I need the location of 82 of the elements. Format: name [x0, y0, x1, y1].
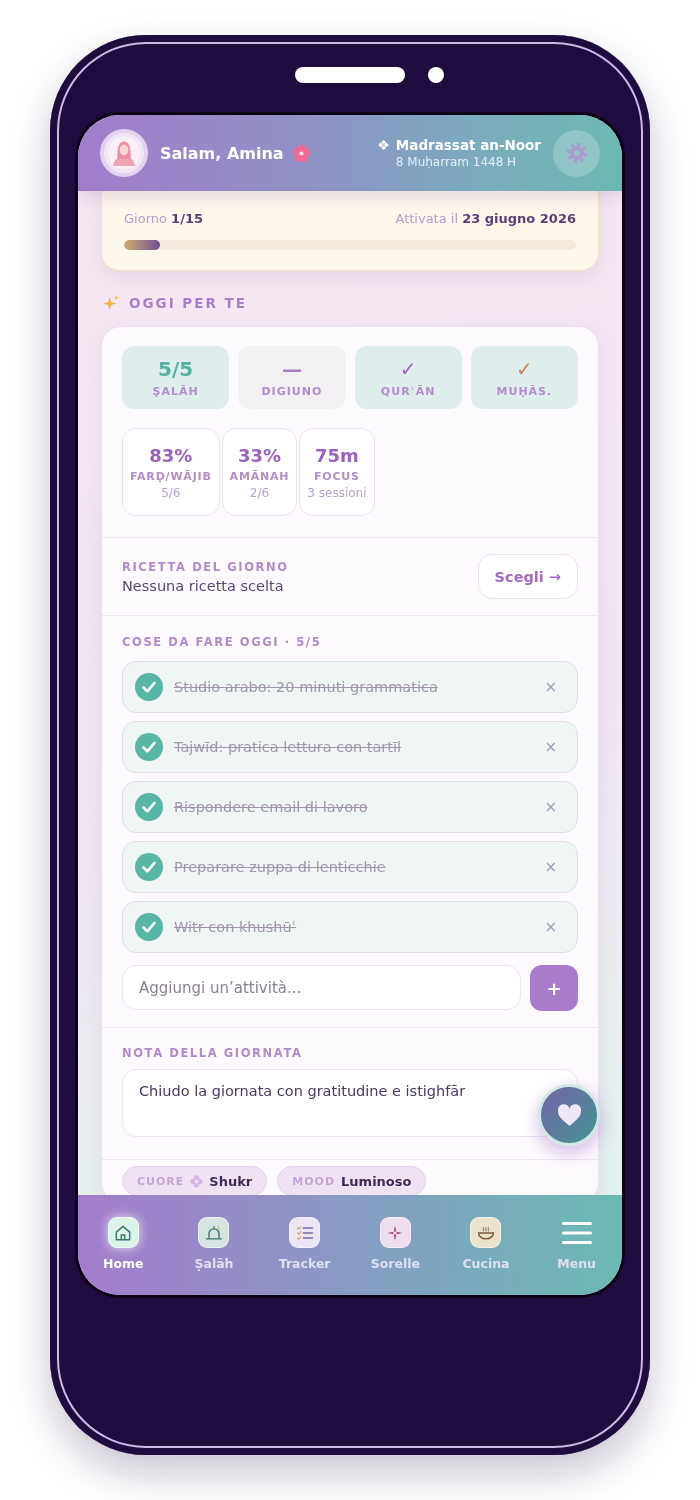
checked-circle-icon[interactable] — [135, 913, 163, 941]
checked-circle-icon[interactable] — [135, 793, 163, 821]
todo-item[interactable]: Rispondere email di lavoro × — [122, 781, 578, 833]
remove-button[interactable]: × — [538, 857, 563, 877]
nav-tab[interactable]: Menu — [531, 1195, 622, 1272]
recipe-status: Nessuna ricetta scelta — [122, 577, 285, 594]
diamond-icon: ❖ — [377, 136, 390, 154]
chip-value: Luminoso — [341, 1173, 412, 1189]
four-point-star-icon — [379, 1217, 411, 1248]
habit-value: 5/5 — [158, 357, 194, 381]
house-icon — [107, 1217, 139, 1248]
flower-icon — [190, 1174, 204, 1188]
front-camera — [428, 67, 444, 83]
dome-icon — [198, 1217, 230, 1248]
stat-value: 83% — [149, 444, 193, 467]
school-name: Madrassat an-Noor — [395, 136, 541, 154]
todo-item[interactable]: Studio arabo: 20 minuti grammatica × — [122, 661, 578, 713]
day-counter: Giorno 1/15 — [124, 210, 203, 226]
nav-tab[interactable]: Tracker — [259, 1195, 350, 1272]
todo-text: Tajwīd: pratica lettura con tartīl — [174, 739, 403, 755]
todo-title: COSE DA FARE OGGI · 5/5 — [122, 635, 323, 649]
nav-tab[interactable]: Cucina — [440, 1195, 532, 1272]
todo-text: Witr con khushūʿ — [174, 919, 298, 935]
habit-tile[interactable]: ✓ QURʾĀN — [354, 346, 462, 409]
sparkle-icon — [103, 294, 120, 312]
recipe-title: RICETTA DEL GIORNO — [122, 559, 289, 574]
heart-icon — [556, 1103, 582, 1127]
blossom-icon — [291, 143, 311, 163]
habit-value: ✓ — [399, 357, 417, 381]
todo-item[interactable]: Preparare zuppa di lenticchie × — [122, 841, 578, 893]
avatar-icon[interactable] — [100, 129, 148, 177]
menu-icon — [561, 1222, 592, 1244]
hijri-date: 8 Muḥarram 1448 H — [395, 155, 518, 170]
nav-tab[interactable]: Sorelle — [350, 1195, 441, 1272]
tag-chip[interactable]: CUORE Shukr — [122, 1166, 268, 1195]
chip-label: MOOD — [292, 1174, 336, 1188]
section-title: OGGI PER TE — [129, 295, 247, 311]
habit-tile[interactable]: 5/5 ṢALĀH — [122, 346, 230, 409]
habit-label: DIGIUNO — [261, 385, 323, 398]
todo-item[interactable]: Witr con khushūʿ × — [122, 901, 578, 953]
steaming-bowl-icon — [470, 1217, 502, 1248]
todo-item[interactable]: Tajwīd: pratica lettura con tartīl × — [122, 721, 578, 773]
chip-label: CUORE — [137, 1174, 185, 1188]
stat-value: 33% — [237, 444, 281, 467]
habit-tile[interactable]: — DIGIUNO — [238, 346, 346, 409]
habit-value: ✓ — [516, 357, 533, 381]
nav-tab[interactable]: Ṣalāh — [168, 1195, 260, 1272]
remove-button[interactable]: × — [538, 917, 563, 937]
stat-label: FARḌ/WĀJIB — [130, 469, 212, 483]
habit-label: MUḤĀS. — [496, 385, 553, 398]
habit-value: — — [281, 357, 302, 381]
settings-icon — [564, 141, 589, 165]
checklist-icon — [289, 1217, 321, 1248]
stat-detail: 2/6 — [249, 485, 270, 500]
remove-button[interactable]: × — [538, 797, 563, 817]
habit-tile[interactable]: ✓ MUḤĀS. — [470, 346, 578, 409]
add-button[interactable]: + — [530, 965, 578, 1011]
activation-date: Attivata il 23 giugno 2026 — [395, 210, 576, 226]
greeting-text: Salam, Amina — [160, 143, 284, 163]
nav-tab[interactable]: Home — [78, 1195, 169, 1272]
stat-value: 75m — [315, 444, 359, 467]
chip-value: Shukr — [209, 1173, 253, 1189]
checked-circle-icon[interactable] — [135, 673, 163, 701]
stat-label: AMĀNAH — [229, 469, 290, 483]
task-input[interactable]: Aggiungi un’attività... — [122, 965, 521, 1010]
stat-label: FOCUS — [314, 469, 360, 483]
remove-button[interactable]: × — [538, 737, 563, 757]
stat-detail: 3 sessioni — [307, 485, 367, 500]
todo-text: Studio arabo: 20 minuti grammatica — [174, 679, 439, 695]
todo-text: Rispondere email di lavoro — [174, 799, 369, 815]
habit-label: QURʾĀN — [380, 385, 436, 398]
tag-chip[interactable]: MOOD Luminoso — [277, 1166, 427, 1195]
checked-circle-icon[interactable] — [135, 733, 163, 761]
settings-button[interactable] — [553, 129, 600, 177]
todo-text: Preparare zuppa di lenticchie — [174, 859, 387, 875]
stat-detail: 5/6 — [161, 485, 181, 500]
habit-label: ṢALĀH — [152, 385, 199, 398]
note-title: NOTA DELLA GIORNATA — [122, 1046, 304, 1060]
remove-button[interactable]: × — [538, 677, 563, 697]
checked-circle-icon[interactable] — [135, 853, 163, 881]
choose-button[interactable]: Scegli → — [477, 554, 578, 599]
note-field[interactable]: Chiudo la giornata con gratitudine e istighfār — [122, 1069, 578, 1137]
